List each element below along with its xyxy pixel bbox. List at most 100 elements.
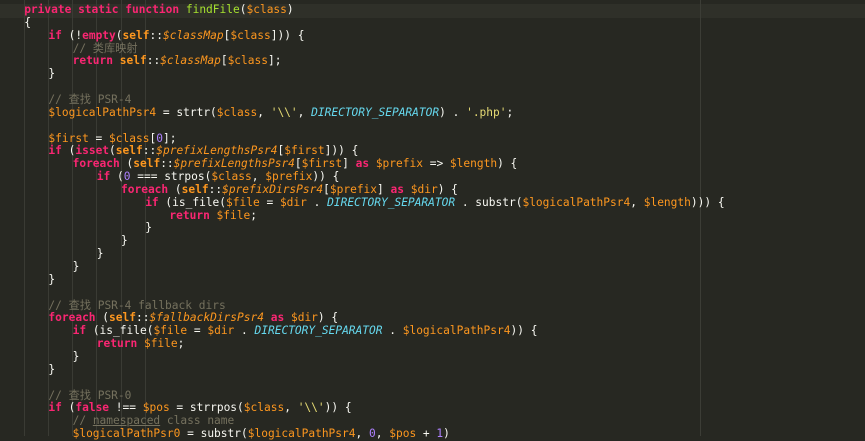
- code-token: $file: [153, 324, 188, 338]
- code-editor[interactable]: private static function findFile($class)…: [0, 0, 865, 440]
- code-token: as: [355, 157, 370, 171]
- code-token: ,: [257, 105, 271, 119]
- code-line[interactable]: $logicalPathPsr4 = strtr($class, '\\', D…: [48, 105, 513, 120]
- code-token: ];: [267, 54, 282, 68]
- code-token: (: [61, 144, 76, 158]
- code-token: $prefixLengthsPsr4: [173, 157, 295, 171]
- code-token: DIRECTORY_SEPARATOR: [327, 195, 456, 209]
- code-token: $class: [246, 3, 287, 16]
- code-token: '\\': [297, 401, 325, 415]
- code-token: ])) {: [324, 144, 359, 158]
- code-token: =: [259, 195, 280, 209]
- code-token: ) {: [317, 311, 339, 325]
- code-token: (: [119, 157, 134, 171]
- code-line[interactable]: $logicalPathPsr0 = substr($logicalPathPs…: [72, 427, 450, 441]
- code-token: $prefixDirsPsr4: [222, 182, 324, 196]
- code-token: '.php': [466, 105, 507, 119]
- code-token: private static function: [24, 3, 186, 16]
- code-line[interactable]: private static function findFile($class): [24, 3, 294, 17]
- code-token: return: [96, 337, 144, 351]
- code-token: $class: [216, 105, 258, 119]
- code-token: = substr(: [180, 427, 248, 441]
- code-token: (: [110, 170, 124, 184]
- code-line[interactable]: }: [48, 67, 55, 81]
- code-token: isset: [75, 144, 110, 158]
- code-token: ) .: [439, 105, 467, 119]
- ruler-line: [700, 0, 701, 436]
- code-token: ::: [208, 182, 223, 196]
- code-token: if: [48, 401, 62, 415]
- code-token: = strrpos(: [169, 401, 244, 415]
- code-line[interactable]: return self::$classMap[$class];: [73, 54, 282, 68]
- code-line[interactable]: }: [48, 273, 55, 287]
- code-token: if: [145, 195, 159, 209]
- code-token: $class: [243, 401, 285, 415]
- code-token: ,: [630, 195, 644, 209]
- code-token: ,: [375, 427, 390, 441]
- code-token: DIRECTORY_SEPARATOR: [311, 105, 440, 119]
- code-token: }: [48, 362, 56, 376]
- code-token: ]: [342, 157, 356, 171]
- code-token: (: [109, 144, 116, 158]
- code-token: // 查找 PSR-0: [48, 388, 132, 402]
- code-token: [: [323, 182, 330, 196]
- code-line[interactable]: }: [97, 247, 104, 261]
- code-token: =: [88, 131, 110, 145]
- code-token: as: [390, 182, 404, 196]
- code-token: [: [220, 54, 228, 68]
- code-token: //: [72, 414, 93, 428]
- code-token: (is_file(: [86, 324, 154, 338]
- code-token: // 查找 PSR-4 fallback dirs: [48, 298, 226, 312]
- code-token: false: [75, 401, 110, 415]
- code-token: ): [286, 3, 294, 16]
- code-token: ,: [355, 427, 369, 441]
- code-token: foreach: [72, 157, 120, 171]
- code-token: empty: [82, 28, 116, 42]
- code-token: +: [416, 427, 437, 441]
- code-token: $dir: [410, 182, 438, 196]
- code-token: ])) {: [270, 28, 305, 42]
- code-token: foreach: [48, 311, 96, 325]
- code-token: ,: [284, 401, 298, 415]
- code-line[interactable]: return $file;: [169, 208, 257, 223]
- code-token: self: [115, 144, 143, 158]
- code-token: namespaced: [92, 414, 161, 428]
- code-token: )) {: [324, 401, 352, 415]
- code-token: .: [306, 195, 328, 209]
- code-token: self: [133, 157, 161, 171]
- code-token: $logicalPathPsr4: [48, 105, 157, 119]
- code-line[interactable]: }: [72, 260, 80, 274]
- code-token: $class: [227, 54, 268, 68]
- code-line[interactable]: }: [121, 234, 128, 248]
- code-token: $pos: [142, 401, 170, 415]
- code-token: !==: [109, 401, 143, 415]
- indent-guide: [24, 0, 25, 436]
- code-line[interactable]: return $file;: [96, 337, 185, 351]
- code-token: $prefix: [375, 157, 423, 171]
- code-token: ];: [162, 131, 177, 145]
- code-token: $prefix: [265, 170, 313, 184]
- code-token: self: [119, 54, 147, 68]
- code-token: $logicalPathPsr0: [72, 427, 181, 441]
- code-token: 0: [123, 170, 131, 184]
- code-token: foreach: [121, 182, 169, 196]
- code-token: self: [181, 182, 209, 196]
- code-token: if: [96, 170, 111, 184]
- code-line[interactable]: }: [73, 350, 80, 364]
- code-token: $file: [216, 208, 251, 222]
- code-token: if: [72, 324, 87, 338]
- code-token: }: [72, 260, 80, 273]
- code-line[interactable]: }: [48, 362, 56, 377]
- code-token: $file: [143, 337, 178, 351]
- code-token: DIRECTORY_SEPARATOR: [254, 324, 383, 338]
- code-line[interactable]: {: [24, 15, 31, 30]
- code-token: {: [24, 15, 31, 29]
- code-token: 0: [369, 427, 376, 441]
- code-token: ::: [160, 157, 174, 171]
- code-line[interactable]: }: [145, 222, 152, 235]
- code-token: }: [145, 221, 152, 235]
